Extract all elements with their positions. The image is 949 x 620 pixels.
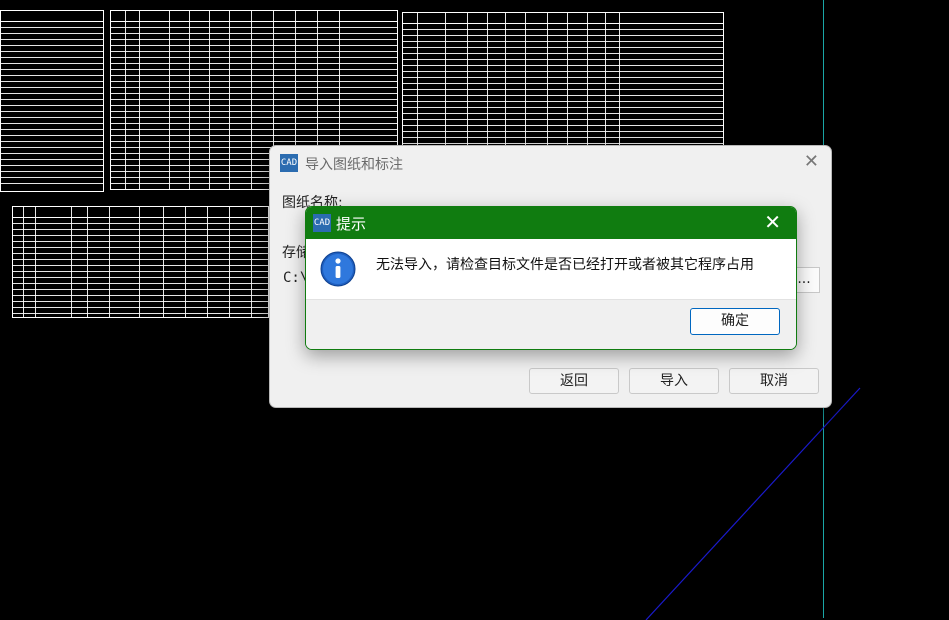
back-button[interactable]: 返回 <box>529 368 619 394</box>
ok-button[interactable]: 确定 <box>690 308 780 335</box>
alert-dialog: CAD 提示 ✕ 无法导入，请检查目标文件是否已经打开或者被其它程序占用 确定 <box>305 206 797 350</box>
info-icon <box>320 251 356 287</box>
alert-title: 提示 <box>336 215 367 233</box>
app-icon: CAD <box>313 214 331 232</box>
cad-table <box>0 10 104 192</box>
cad-table <box>12 206 269 318</box>
close-icon[interactable]: ✕ <box>764 210 781 234</box>
alert-title-bar[interactable]: CAD 提示 ✕ <box>306 207 796 239</box>
cancel-button[interactable]: 取消 <box>729 368 819 394</box>
cad-diagonal-line <box>645 387 861 620</box>
dialog-title-bar[interactable]: CAD 导入图纸和标注 ✕ <box>270 146 831 180</box>
app-icon: CAD <box>280 154 298 172</box>
alert-footer: 确定 <box>306 299 796 349</box>
alert-message: 无法导入，请检查目标文件是否已经打开或者被其它程序占用 <box>376 257 754 273</box>
dialog-title: 导入图纸和标注 <box>305 157 403 173</box>
close-icon[interactable]: ✕ <box>804 152 819 172</box>
cad-table <box>402 12 724 147</box>
import-button[interactable]: 导入 <box>629 368 719 394</box>
